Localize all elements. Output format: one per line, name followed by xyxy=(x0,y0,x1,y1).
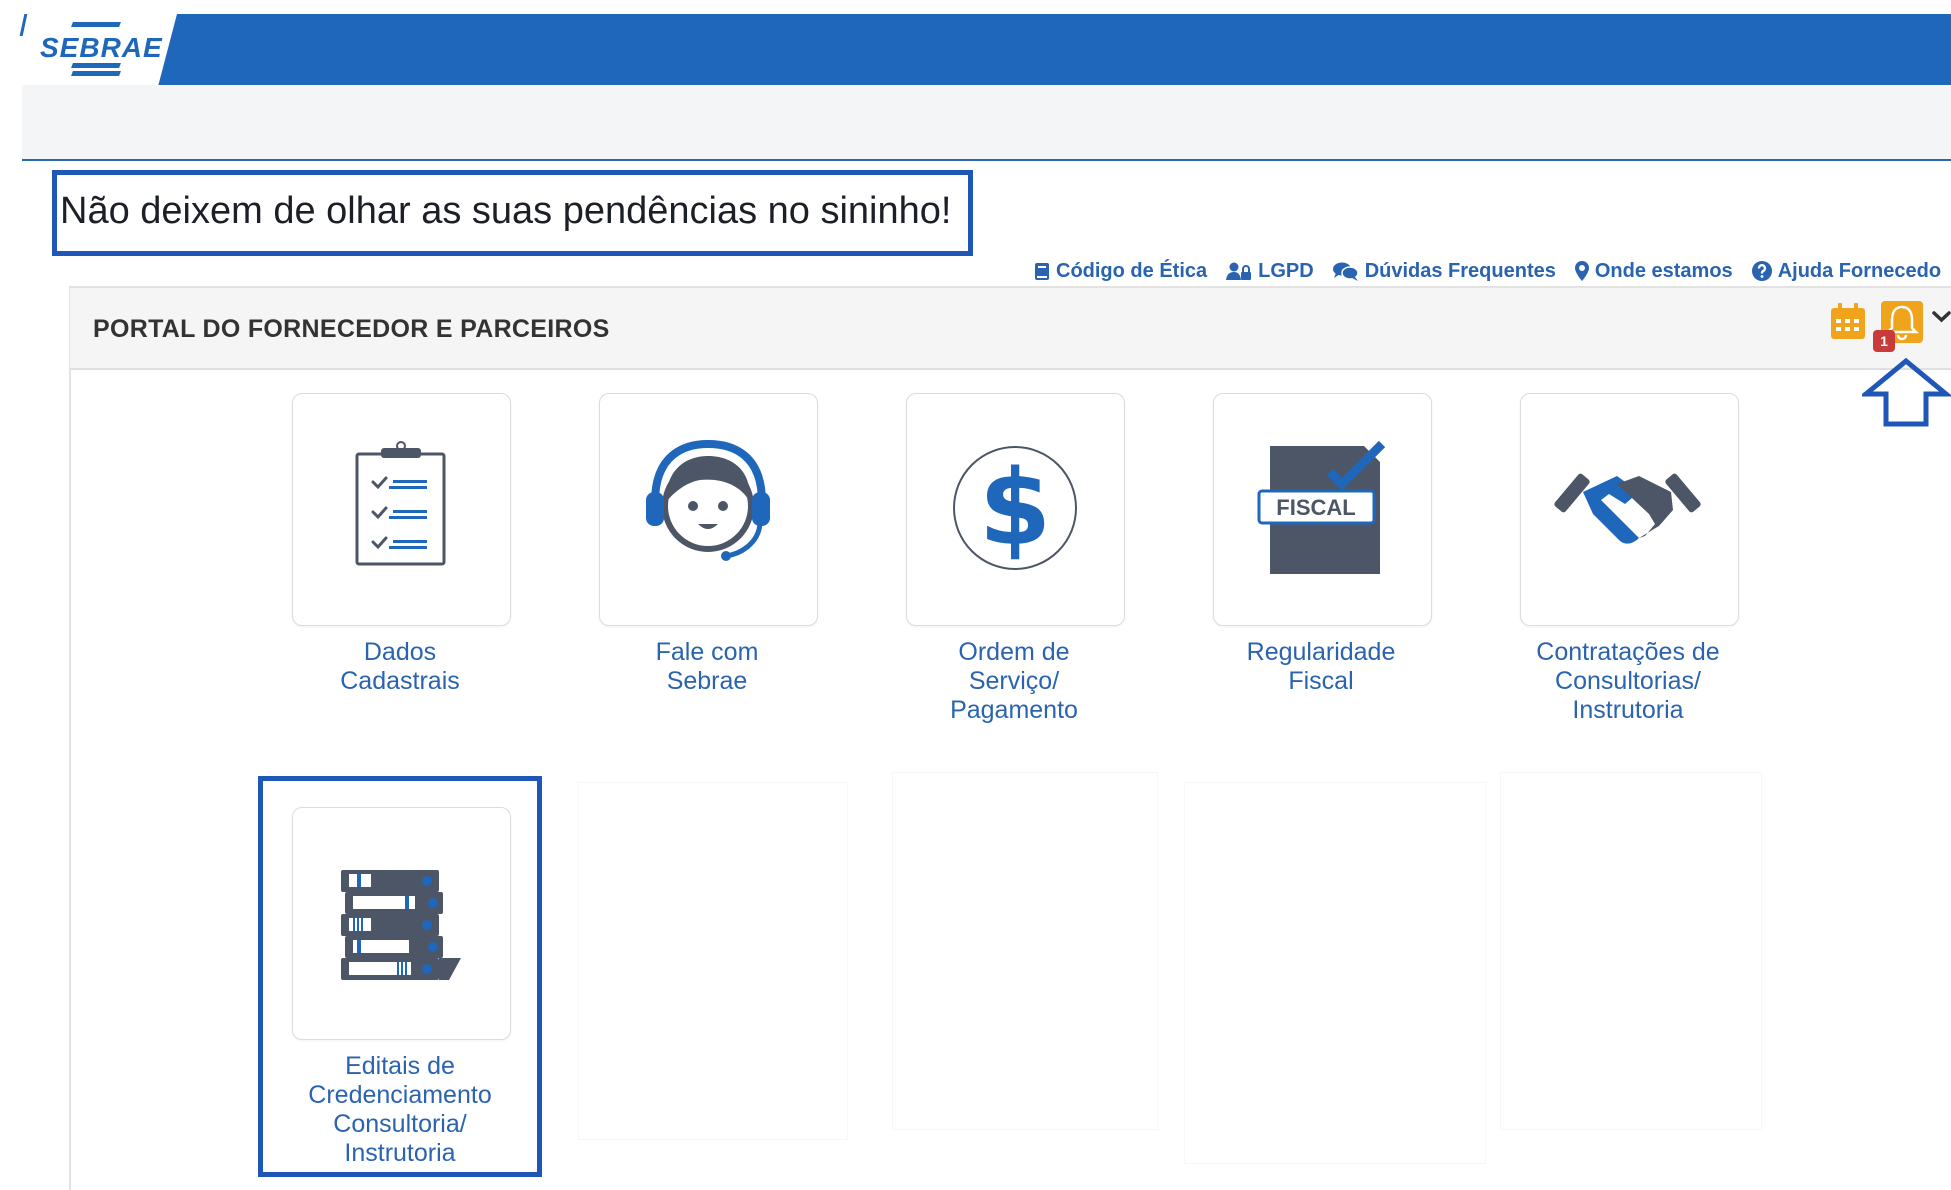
chevron-down-icon[interactable] xyxy=(1932,308,1951,326)
label-line: Instrutoria xyxy=(1572,696,1684,724)
label-line: Dados xyxy=(363,638,437,666)
panel-title: PORTAL DO FORNECEDOR E PARCEIROS xyxy=(93,315,610,343)
map-marker-icon xyxy=(1574,261,1589,281)
dollar-icon: $ xyxy=(953,446,1077,570)
logo-bar xyxy=(71,71,121,76)
headset-support-icon xyxy=(646,439,770,561)
tile-ordem-servico-pagamento[interactable]: $ xyxy=(906,393,1125,626)
link-label: Dúvidas Frequentes xyxy=(1364,259,1556,282)
up-arrow-indicator xyxy=(1862,358,1951,427)
link-label: Onde estamos xyxy=(1594,259,1733,282)
tile-regularidade-fiscal[interactable]: FISCAL xyxy=(1213,393,1432,626)
link-codigo-etica[interactable]: Código de Ética xyxy=(1034,260,1207,283)
sub-navigation-bar xyxy=(22,85,1951,161)
label-line: Regularidade xyxy=(1246,638,1396,666)
fiscal-document-icon: FISCAL xyxy=(1257,440,1386,574)
binders-icon xyxy=(341,870,461,980)
calendar-icon[interactable] xyxy=(1830,302,1866,340)
book-icon xyxy=(1035,262,1049,280)
link-label: LGPD xyxy=(1258,259,1314,282)
label-line: Ordem de xyxy=(958,638,1070,666)
empty-tile-slot xyxy=(892,772,1158,1130)
label-line: Contratações de xyxy=(1536,638,1720,666)
label-line: Consultoria/ xyxy=(333,1110,467,1138)
tile-label-regularidade-fiscal[interactable]: Regularidade Fiscal xyxy=(1181,638,1461,696)
tile-dados-cadastrais[interactable] xyxy=(292,393,511,626)
label-line: Credenciamento xyxy=(308,1081,492,1109)
quick-links-bar: Código de Ética LGPD Dúvidas Frequentes … xyxy=(1034,258,1951,284)
notice-message: Não deixem de olhar as suas pendências n… xyxy=(60,190,952,232)
tile-editais-credenciamento[interactable] xyxy=(292,807,511,1040)
logo-bar xyxy=(71,22,121,27)
top-bar xyxy=(22,14,1951,85)
link-lgpd[interactable]: LGPD xyxy=(1226,260,1314,283)
fiscal-label: FISCAL xyxy=(1276,495,1355,520)
label-line: Consultorias/ xyxy=(1555,667,1701,695)
label-line: Instrutoria xyxy=(344,1139,456,1167)
question-circle-icon xyxy=(1751,261,1772,281)
tile-fale-com-sebrae[interactable] xyxy=(599,393,818,626)
empty-tile-slot xyxy=(1184,782,1486,1164)
tile-label-contratacoes[interactable]: Contratações de Consultorias/ Instrutori… xyxy=(1488,638,1768,725)
empty-tile-slot xyxy=(578,782,848,1140)
link-duvidas-frequentes[interactable]: Dúvidas Frequentes xyxy=(1332,259,1556,283)
handshake-icon xyxy=(1554,473,1701,544)
link-label: Ajuda Fornecedo xyxy=(1777,259,1942,282)
label-line: Cadastrais xyxy=(340,667,460,695)
label-line: Editais de xyxy=(345,1052,455,1080)
tile-label-editais[interactable]: Editais de Credenciamento Consultoria/ I… xyxy=(260,1052,540,1168)
svg-text:$: $ xyxy=(979,447,1051,569)
link-onde-estamos[interactable]: Onde estamos xyxy=(1574,259,1733,283)
clipboard-checklist-icon xyxy=(355,441,446,566)
label-line: Serviço/ xyxy=(968,667,1060,695)
label-line: Pagamento xyxy=(950,696,1078,724)
tile-label-ordem-servico[interactable]: Ordem de Serviço/ Pagamento xyxy=(874,638,1154,725)
tile-label-fale-com-sebrae[interactable]: Fale com Sebrae xyxy=(567,638,847,696)
tile-label-dados-cadastrais[interactable]: Dados Cadastrais xyxy=(260,638,540,696)
tile-contratacoes-consultorias[interactable] xyxy=(1520,393,1739,626)
link-label: Código de Ética xyxy=(1056,259,1208,282)
notification-badge[interactable]: 1 xyxy=(1873,330,1895,352)
comments-icon xyxy=(1332,262,1359,281)
user-lock-icon xyxy=(1226,262,1252,280)
label-line: Fale com xyxy=(655,638,759,666)
empty-tile-slot xyxy=(1500,772,1762,1130)
link-ajuda-fornecedor[interactable]: Ajuda Fornecedo xyxy=(1751,259,1942,283)
label-line: Fiscal xyxy=(1288,667,1354,695)
label-line: Sebrae xyxy=(666,667,748,695)
sebrae-logo[interactable]: SEBRAE xyxy=(40,32,163,64)
